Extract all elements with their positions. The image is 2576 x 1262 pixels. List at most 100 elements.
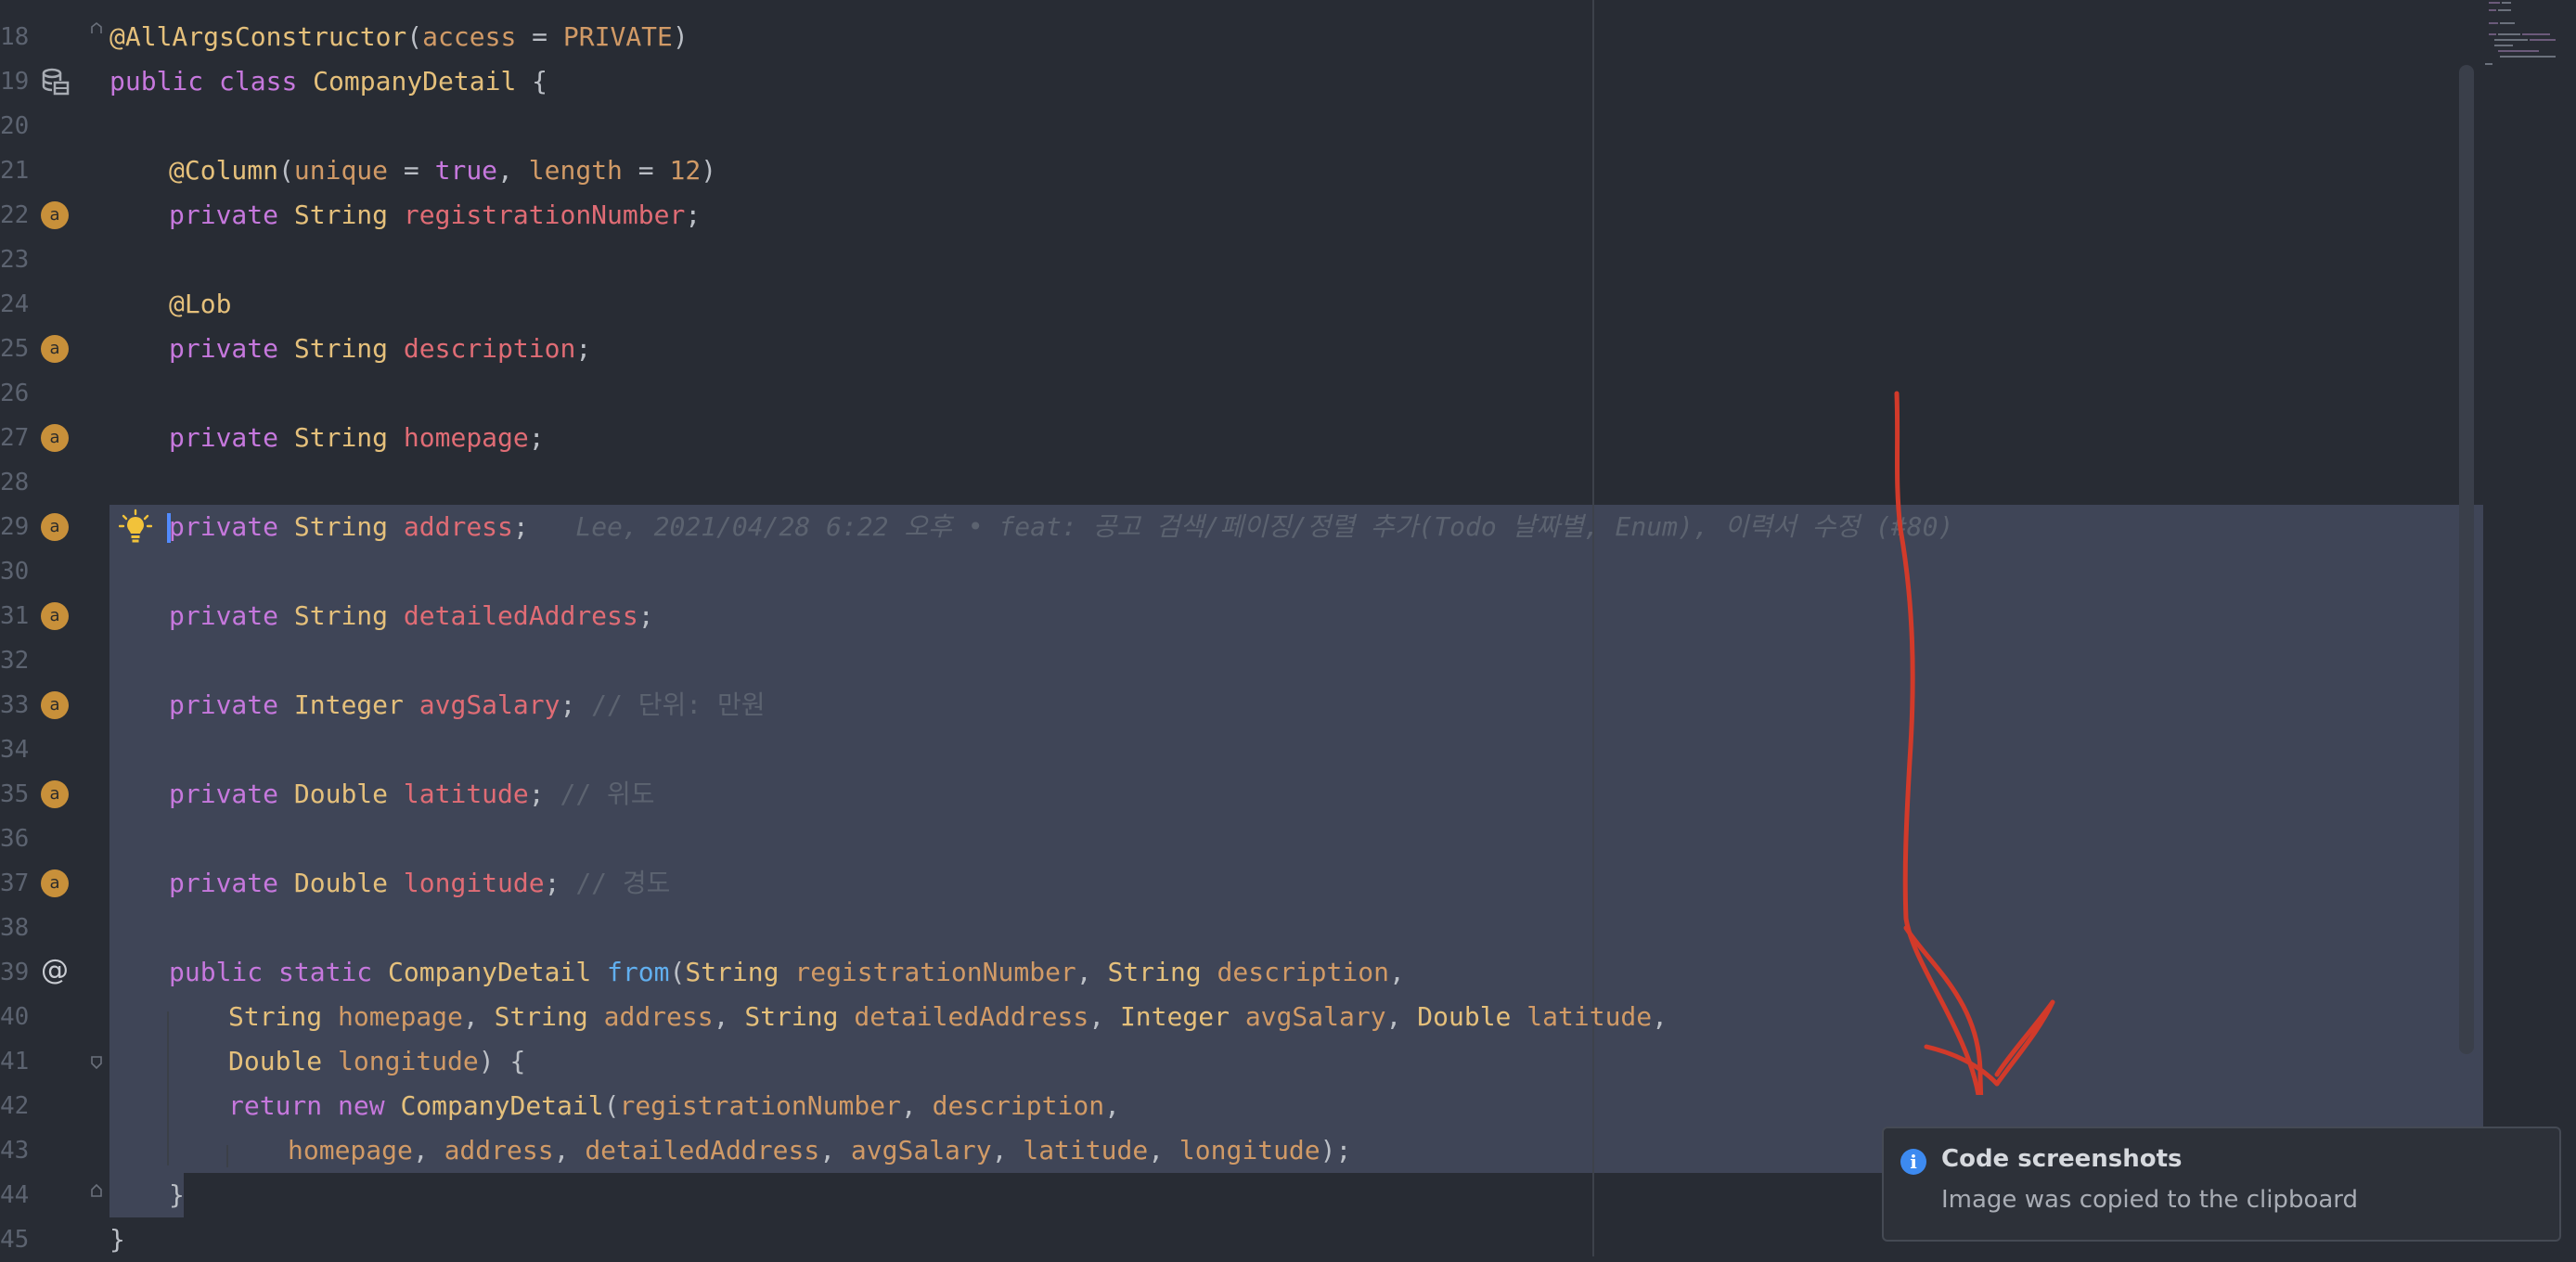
fold-marker-icon[interactable] <box>90 1184 103 1197</box>
code-line-21[interactable]: @Column(unique = true, length = 12) <box>169 148 716 193</box>
punctuation: , <box>1385 1001 1418 1032</box>
keyword: private <box>169 779 279 809</box>
type-name: Integer <box>293 689 404 720</box>
punctuation: ; <box>560 689 576 720</box>
code-line-18[interactable]: @AllArgsConstructor(access = PRIVATE) <box>109 15 689 59</box>
keyword: public <box>109 66 204 97</box>
parameter-name: avgSalary <box>1244 1001 1386 1032</box>
code-line-42[interactable]: return new CompanyDetail(registrationNum… <box>228 1084 1120 1128</box>
type-name: Double <box>293 868 389 898</box>
keyword: new <box>338 1090 385 1121</box>
code-line-19[interactable]: public class CompanyDetail { <box>109 59 547 104</box>
line-number: 45 <box>0 1226 30 1254</box>
blame-author: Lee, 2021/04/28 6:22 오후 • <box>575 511 999 542</box>
notification-balloon[interactable]: i Code screenshots Image was copied to t… <box>1882 1127 2561 1242</box>
code-line-39[interactable]: public static CompanyDetail from(String … <box>169 950 1405 995</box>
line-number: 37 <box>0 869 30 897</box>
code-line-41[interactable]: Double longitude) { <box>228 1039 525 1084</box>
type-name: CompanyDetail <box>400 1090 604 1121</box>
line-number: 26 <box>0 380 30 407</box>
indent-guide <box>167 1011 169 1165</box>
argument-name: latitude <box>1023 1135 1149 1165</box>
parameter-name: registrationNumber <box>794 957 1076 987</box>
punctuation: ( <box>278 155 294 186</box>
code-line-45[interactable]: } <box>109 1217 125 1262</box>
git-blame-annotation[interactable]: Lee, 2021/04/28 6:22 오후 • feat: 공고 검색/페이… <box>575 511 1953 542</box>
type-name: String <box>293 333 389 364</box>
keyword: private <box>169 600 279 631</box>
punctuation: ) <box>701 155 717 186</box>
argument-name: avgSalary <box>850 1135 992 1165</box>
punctuation: ( <box>669 957 686 987</box>
code-line-27[interactable]: private String homepage; <box>169 416 545 460</box>
closing-brace: } <box>169 1179 185 1210</box>
right-margin-guide <box>1592 0 1594 1256</box>
line-number: 35 <box>0 780 30 808</box>
vertical-scrollbar[interactable] <box>2459 65 2474 1054</box>
override-at-icon[interactable]: @ <box>39 955 71 986</box>
database-entity-icon[interactable] <box>39 66 71 97</box>
code-line-33[interactable]: private Integer avgSalary; // 단위: 만원 <box>169 683 766 728</box>
field-annotation-icon[interactable]: a <box>41 869 69 897</box>
field-name: latitude <box>403 779 529 809</box>
line-number: 42 <box>0 1092 30 1120</box>
line-number: 29 <box>0 513 30 541</box>
line-number: 28 <box>0 469 30 496</box>
parameter-name: latitude <box>1526 1001 1653 1032</box>
info-icon: i <box>1900 1149 1926 1175</box>
keyword: static <box>278 957 373 987</box>
field-name: avgSalary <box>419 689 560 720</box>
fold-marker-icon[interactable] <box>90 22 103 35</box>
editor-gutter[interactable]: 18 19 20 21 22 23 24 25 26 27 28 29 30 3… <box>0 0 102 1256</box>
code-line-25[interactable]: private String description; <box>169 327 591 371</box>
code-editor[interactable]: 18 19 20 21 22 23 24 25 26 27 28 29 30 3… <box>0 0 2576 1256</box>
code-line-29[interactable]: private String address; Lee, 2021/04/28 … <box>169 505 1953 549</box>
field-annotation-icon[interactable]: a <box>41 335 69 363</box>
field-annotation-icon[interactable]: a <box>41 691 69 719</box>
line-comment: // 단위: 만원 <box>575 689 766 720</box>
code-line-35[interactable]: private Double latitude; // 위도 <box>169 772 655 817</box>
field-annotation-icon[interactable]: a <box>41 780 69 808</box>
line-number: 34 <box>0 736 30 764</box>
keyword: class <box>219 66 298 97</box>
punctuation: , <box>1088 1001 1120 1032</box>
code-line-24[interactable]: @Lob <box>169 282 231 327</box>
field-annotation-icon[interactable]: a <box>41 513 69 541</box>
line-number: 20 <box>0 112 30 140</box>
line-number: 38 <box>0 914 30 942</box>
punctuation: , <box>1104 1090 1120 1121</box>
lightbulb-icon[interactable] <box>119 509 152 546</box>
punctuation: , <box>1148 1135 1179 1165</box>
field-annotation-icon[interactable]: a <box>41 602 69 630</box>
line-comment: // 경도 <box>560 868 671 898</box>
punctuation: ; <box>528 422 545 453</box>
parameter-name: detailedAddress <box>854 1001 1089 1032</box>
code-line-37[interactable]: private Double longitude; // 경도 <box>169 861 670 906</box>
field-name: detailedAddress <box>403 600 638 631</box>
code-minimap[interactable] <box>2483 0 2576 74</box>
method-name: from <box>607 957 670 987</box>
field-annotation-icon[interactable]: a <box>41 424 69 452</box>
code-line-40[interactable]: String homepage, String address, String … <box>228 995 1668 1039</box>
field-name: description <box>403 333 576 364</box>
line-number: 27 <box>0 424 30 452</box>
line-number: 23 <box>0 246 30 274</box>
punctuation: , <box>1388 957 1405 987</box>
field-name: longitude <box>403 868 545 898</box>
line-number: 36 <box>0 825 30 853</box>
argument-name: homepage <box>288 1135 413 1165</box>
code-line-22[interactable]: private String registrationNumber; <box>169 193 701 238</box>
argument-name: address <box>444 1135 554 1165</box>
type-name: String <box>1107 957 1202 987</box>
fold-marker-icon[interactable] <box>90 1056 103 1069</box>
code-line-43[interactable]: homepage, address, detailedAddress, avgS… <box>288 1128 1351 1173</box>
annotation-param: length <box>528 155 623 186</box>
line-number: 30 <box>0 558 30 586</box>
parameter-name: description <box>1217 957 1389 987</box>
argument-name: description <box>932 1090 1105 1121</box>
field-annotation-icon[interactable]: a <box>41 201 69 229</box>
punctuation: ; <box>512 511 529 542</box>
code-line-31[interactable]: private String detailedAddress; <box>169 594 654 638</box>
code-line-44[interactable]: } <box>169 1173 185 1217</box>
punctuation: ) { <box>478 1046 526 1076</box>
